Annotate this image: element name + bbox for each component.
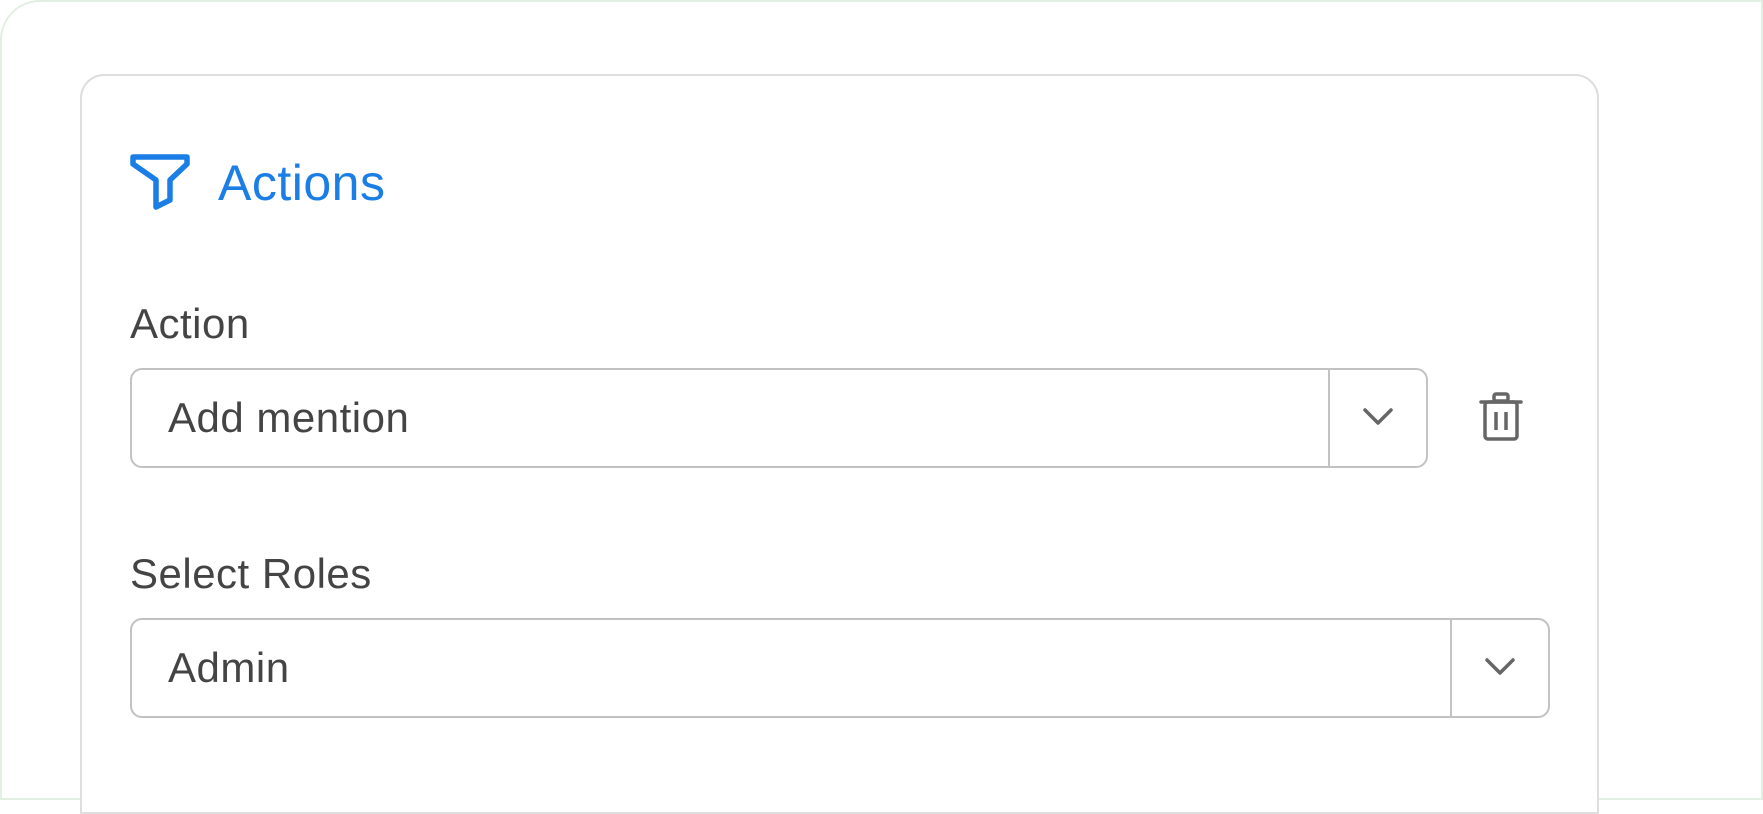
actions-header: Actions — [130, 152, 385, 214]
app-frame: Actions Action Add mention Select Roles … — [0, 0, 1763, 814]
roles-select-value: Admin — [168, 644, 290, 691]
roles-field-label: Select Roles — [130, 550, 372, 597]
chevron-down-icon — [1484, 656, 1516, 681]
roles-select-toggle[interactable] — [1450, 620, 1548, 716]
chevron-down-icon — [1362, 406, 1394, 431]
action-select-value: Add mention — [168, 394, 410, 441]
action-select[interactable]: Add mention — [130, 368, 1428, 468]
section-title: Actions — [218, 155, 386, 211]
trash-icon — [1479, 391, 1523, 447]
delete-action-button[interactable] — [1478, 391, 1524, 447]
action-field-label: Action — [130, 300, 250, 347]
filter-icon — [130, 152, 192, 214]
roles-select[interactable]: Admin — [130, 618, 1550, 718]
action-select-toggle[interactable] — [1328, 370, 1426, 466]
